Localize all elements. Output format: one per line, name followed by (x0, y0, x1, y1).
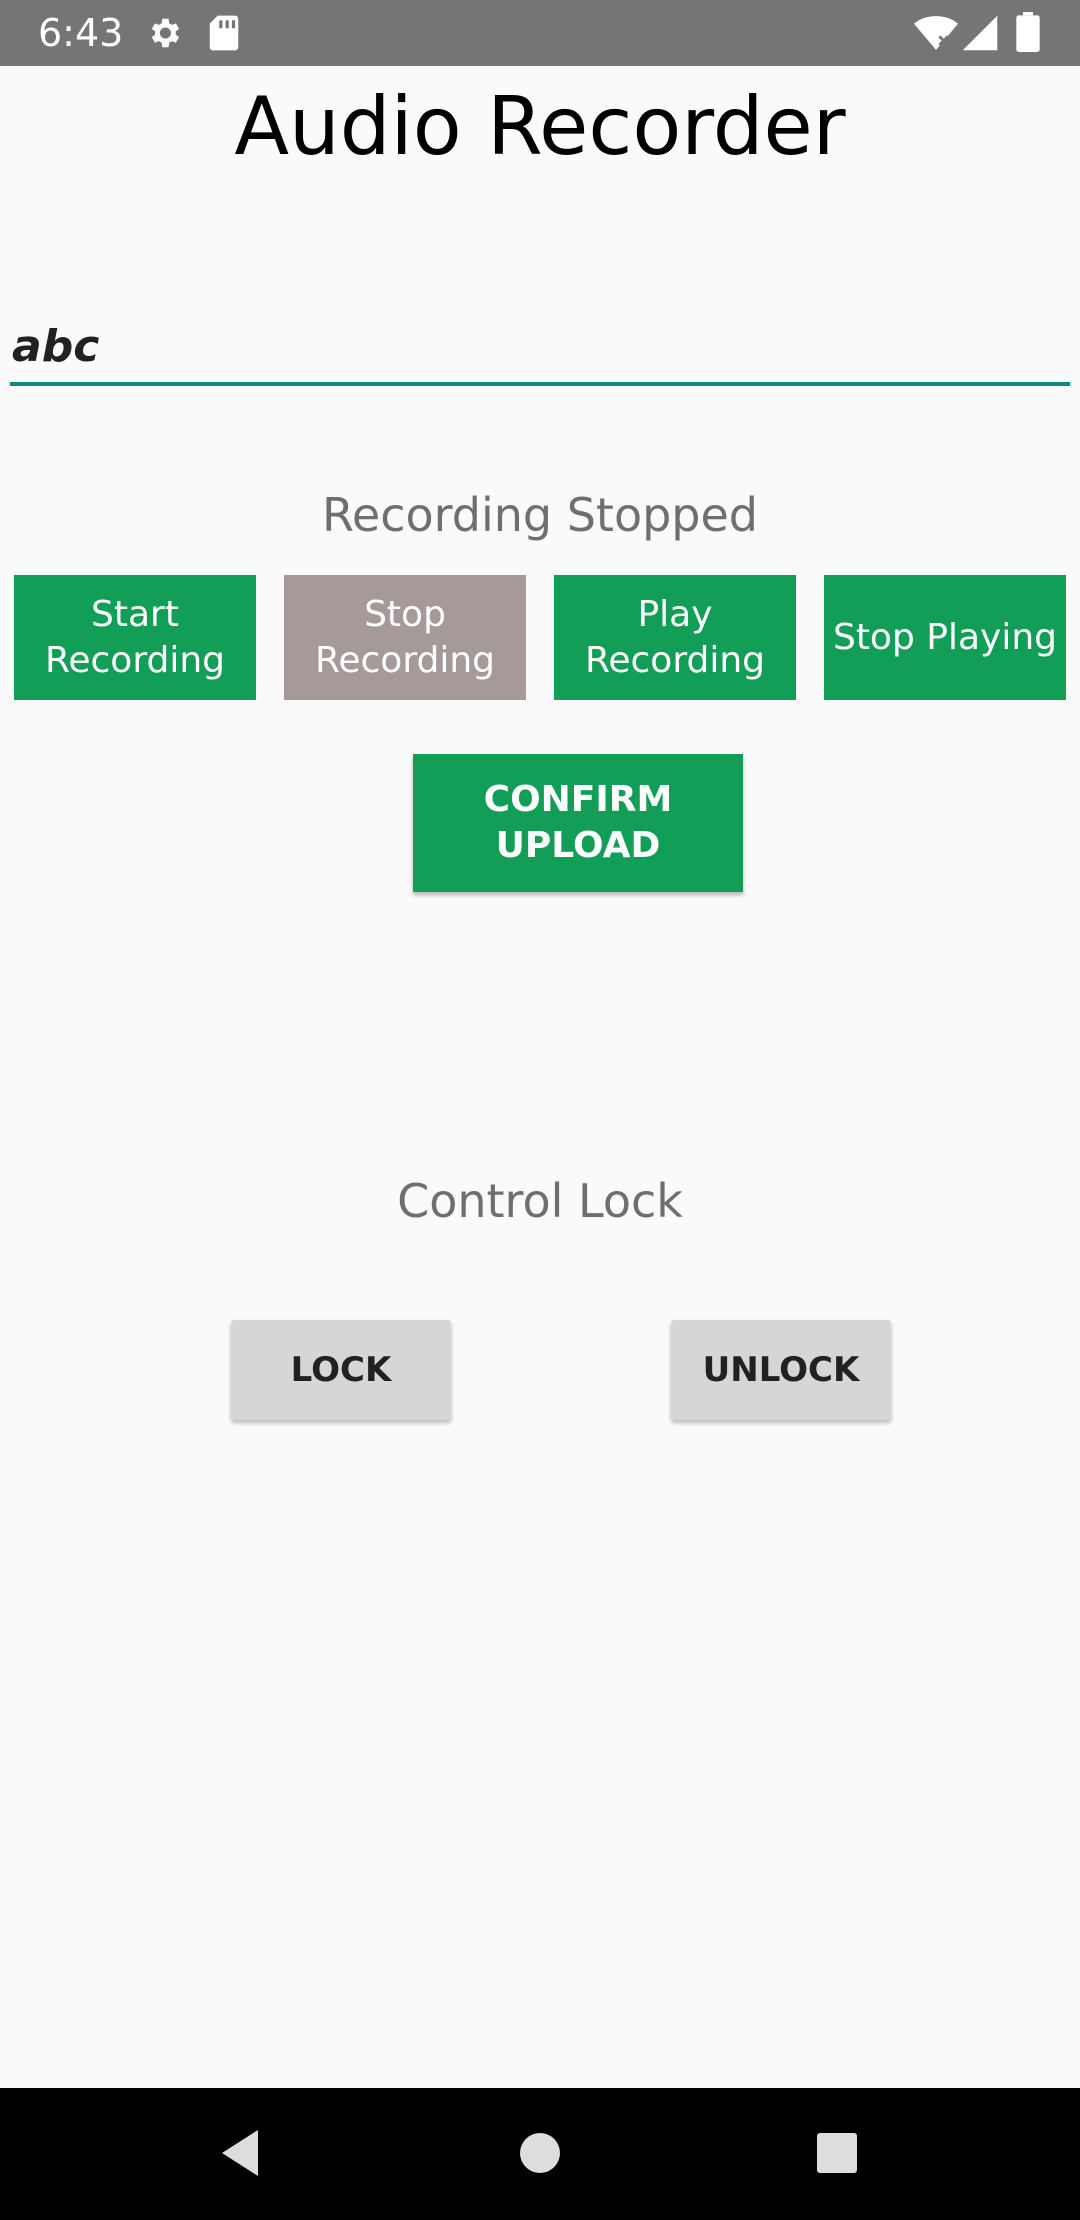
status-bar: 6:43 (0, 0, 1080, 66)
control-lock-label: Control Lock (397, 1174, 683, 1228)
recents-icon[interactable] (802, 2118, 872, 2188)
recording-status-text: Recording Stopped (322, 488, 758, 542)
wifi-icon (914, 14, 958, 56)
sd-card-icon (208, 14, 240, 56)
battery-icon (1016, 12, 1040, 56)
page-title: Audio Recorder (234, 80, 846, 173)
screen: 6:43 Audio Recorder abc Recording Stoppe… (0, 0, 1080, 2220)
cell-signal-icon (962, 14, 998, 56)
start-recording-button[interactable]: Start Recording (14, 575, 256, 700)
unlock-button[interactable]: UNLOCK (671, 1320, 891, 1420)
confirm-upload-button[interactable]: CONFIRM UPLOAD (413, 754, 743, 892)
back-icon[interactable] (205, 2118, 275, 2188)
stop-recording-button[interactable]: Stop Recording (284, 575, 526, 700)
settings-gear-icon (145, 14, 183, 56)
stop-playing-button[interactable]: Stop Playing (824, 575, 1066, 700)
navigation-bar (0, 2088, 1080, 2220)
recording-name-input[interactable] (10, 310, 1070, 386)
home-icon[interactable] (505, 2118, 575, 2188)
lock-button[interactable]: LOCK (231, 1320, 451, 1420)
status-time: 6:43 (38, 11, 124, 55)
play-recording-button[interactable]: Play Recording (554, 575, 796, 700)
